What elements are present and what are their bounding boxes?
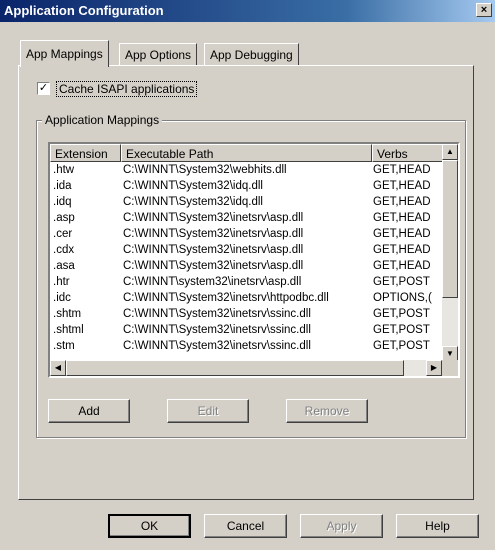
help-button[interactable]: Help [396,514,479,538]
list-header: Extension Executable Path Verbs [50,144,444,162]
cache-isapi-checkbox[interactable]: ✓ [37,82,50,95]
close-icon[interactable]: × [476,3,492,17]
tab-app-options[interactable]: App Options [119,43,198,65]
extension-cell: .ida [53,180,72,192]
verbs-cell: GET,HEAD [373,180,431,192]
table-row[interactable]: .ida C:\WINNT\System32\idq.dll GET,HEAD [50,179,444,194]
column-header-executable-path[interactable]: Executable Path [121,144,372,162]
verbs-cell: GET,HEAD [373,260,431,272]
verbs-cell: GET,POST [373,340,430,352]
table-row[interactable]: .asa C:\WINNT\System32\inetsrv\asp.dll GET… [50,259,444,274]
scroll-left-icon[interactable]: ◀ [50,360,66,376]
executable-path-cell: C:\WINNT\System32\webhits.dll [123,164,287,176]
extension-cell: .htw [53,164,75,176]
table-row[interactable]: .cdx C:\WINNT\System32\inetsrv\asp.dll GET… [50,243,444,258]
executable-path-cell: C:\WINNT\System32\inetsrv\ssinc.dll [123,324,311,336]
verbs-cell: GET,POST [373,308,430,320]
application-mappings-title: Application Mappings [42,113,163,127]
executable-path-cell: C:\WINNT\System32\idq.dll [123,196,263,208]
remove-button[interactable]: Remove [286,399,368,423]
table-row[interactable]: .cer C:\WINNT\System32\inetsrv\asp.dll GET… [50,227,444,242]
extension-cell: .idq [53,196,72,208]
table-row[interactable]: .shtml C:\WINNT\System32\inetsrv\ssinc.dl… [50,323,444,338]
vertical-scrollbar[interactable]: ▲ ▼ [442,144,458,362]
extension-cell: .shtml [53,324,84,336]
extension-cell: .cer [53,228,73,240]
verbs-cell: GET,HEAD [373,244,431,256]
edit-button[interactable]: Edit [167,399,249,423]
extension-cell: .asa [53,260,75,272]
verbs-cell: GET,HEAD [373,212,431,224]
vertical-scroll-thumb[interactable] [442,160,458,298]
tab-app-debugging[interactable]: App Debugging [204,43,299,65]
extension-cell: .idc [53,292,71,304]
mappings-list[interactable]: Extension Executable Path Verbs .htw C:\W… [48,142,460,378]
tab-app-mappings[interactable]: App Mappings [20,40,109,67]
verbs-cell: GET,POST [373,276,430,288]
executable-path-cell: C:\WINNT\System32\inetsrv\asp.dll [123,260,304,272]
table-row[interactable]: .shtm C:\WINNT\System32\inetsrv\ssinc.dll… [50,307,444,322]
verbs-cell: GET,HEAD [373,164,431,176]
verbs-cell: GET,POST [373,324,430,336]
cancel-button[interactable]: Cancel [204,514,287,538]
executable-path-cell: C:\WINNT\System32\inetsrv\ssinc.dll [123,340,311,352]
executable-path-cell: C:\WINNT\System32\inetsrv\asp.dll [123,228,304,240]
column-header-verbs[interactable]: Verbs [372,144,444,162]
executable-path-cell: C:\WINNT\system32\inetsrv\asp.dll [123,276,302,288]
table-row[interactable]: .htw C:\WINNT\System32\webhits.dll GET,HEA… [50,163,444,178]
scroll-right-icon[interactable]: ▶ [426,360,442,376]
executable-path-cell: C:\WINNT\System32\inetsrv\ssinc.dll [123,308,311,320]
executable-path-cell: C:\WINNT\System32\inetsrv\asp.dll [123,212,304,224]
ok-button[interactable]: OK [108,514,191,538]
list-rows: .htw C:\WINNT\System32\webhits.dll GET,HEA… [50,163,444,363]
executable-path-cell: C:\WINNT\System32\idq.dll [123,180,263,192]
extension-cell: .asp [53,212,75,224]
verbs-cell: OPTIONS,( [373,292,432,304]
extension-cell: .stm [53,340,75,352]
window-title: Application Configuration [4,3,164,18]
extension-cell: .htr [53,276,70,288]
horizontal-scroll-thumb[interactable] [66,360,404,376]
scroll-up-icon[interactable]: ▲ [442,144,458,160]
add-button[interactable]: Add [48,399,130,423]
apply-button[interactable]: Apply [300,514,383,538]
executable-path-cell: C:\WINNT\System32\inetsrv\httpodbc.dll [123,292,329,304]
horizontal-scrollbar[interactable]: ◀ ▶ [50,360,442,376]
extension-cell: .shtm [53,308,82,320]
scrollbar-corner [442,360,458,376]
verbs-cell: GET,HEAD [373,228,431,240]
table-row[interactable]: .stm C:\WINNT\System32\inetsrv\ssinc.dll G… [50,339,444,354]
extension-cell: .cdx [53,244,75,256]
cache-isapi-label[interactable]: Cache ISAPI applications [56,81,198,97]
table-row[interactable]: .idc C:\WINNT\System32\inetsrv\httpodbc.d… [50,291,444,306]
executable-path-cell: C:\WINNT\System32\inetsrv\asp.dll [123,244,304,256]
table-row[interactable]: .htr C:\WINNT\system32\inetsrv\asp.dll GET… [50,275,444,290]
column-header-extension[interactable]: Extension [50,144,121,162]
table-row[interactable]: .asp C:\WINNT\System32\inetsrv\asp.dll GET… [50,211,444,226]
verbs-cell: GET,HEAD [373,196,431,208]
title-bar: Application Configuration × [0,0,495,22]
table-row[interactable]: .idq C:\WINNT\System32\idq.dll GET,HEAD [50,195,444,210]
